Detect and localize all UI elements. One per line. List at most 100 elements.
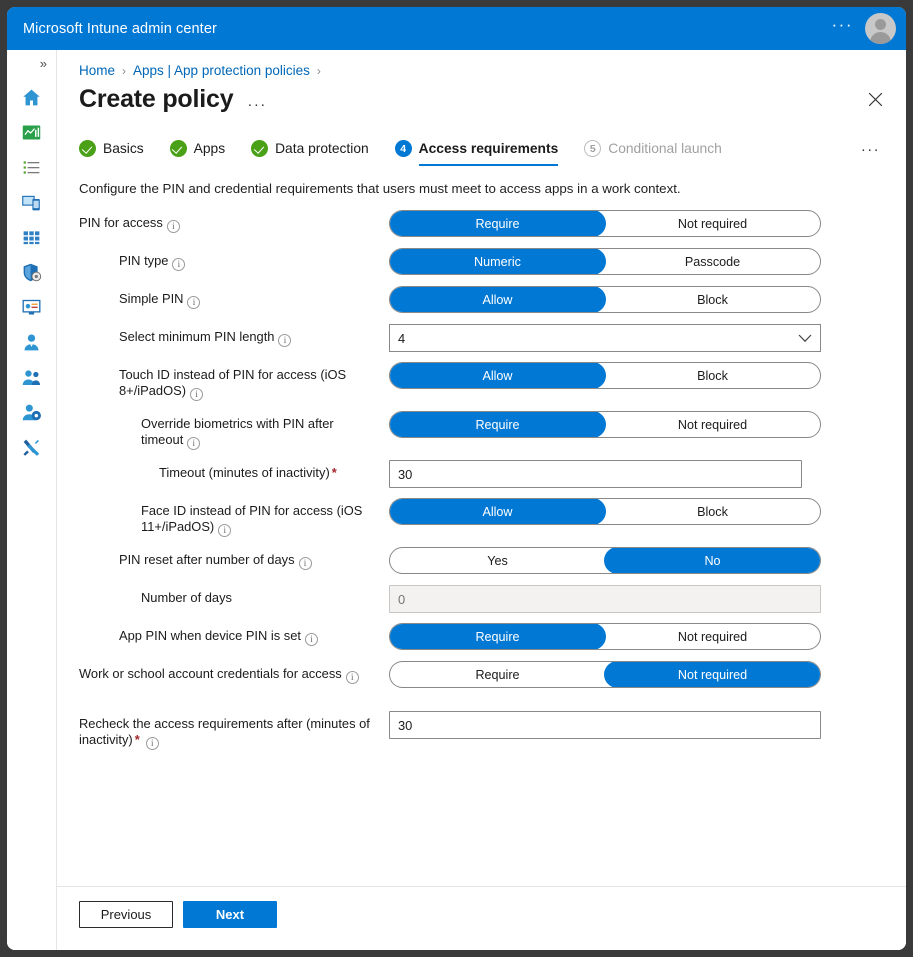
field-label: Timeout (minutes of inactivity) * (159, 465, 337, 480)
toggle-option-allow[interactable]: Allow (390, 287, 606, 312)
form-row-pin-type: PIN type i Numeric Passcode (79, 248, 906, 276)
field-label: Number of days (141, 590, 232, 605)
tab-access-requirements[interactable]: 4 Access requirements (394, 140, 558, 166)
toggle-option-not-required[interactable]: Not required (604, 662, 820, 687)
form-row-select-minimum-pin-length: Select minimum PIN length i 4 (79, 324, 906, 352)
dashboard-icon[interactable] (15, 115, 49, 149)
recheck-access-requirements-input[interactable] (389, 711, 821, 739)
tabs-more-icon[interactable]: ··· (861, 140, 880, 157)
app-pin-when-device-pin-set-toggle[interactable]: Require Not required (389, 623, 821, 650)
info-icon[interactable]: i (305, 633, 318, 646)
content-pane: Home › Apps | App protection policies › … (57, 50, 906, 950)
field-control: Numeric Passcode (389, 248, 906, 275)
toggle-option-require[interactable]: Require (390, 624, 606, 649)
troubleshooting-support-icon[interactable] (15, 430, 49, 464)
field-label: PIN type i (79, 248, 389, 271)
pin-reset-toggle[interactable]: Yes No (389, 547, 821, 574)
form-row-recheck-the-access-requirements-after: Recheck the access requirements after (m… (79, 711, 906, 750)
info-icon[interactable]: i (145, 737, 159, 750)
field-label: App PIN when device PIN is set i (79, 623, 389, 646)
breadcrumb-item-apps-app-protection-policies[interactable]: Apps | App protection policies (133, 63, 310, 78)
toggle-option-block[interactable]: Block (604, 499, 820, 524)
titlebar-more-icon[interactable]: ··· (832, 16, 853, 37)
previous-button[interactable]: Previous (79, 901, 173, 928)
field-label: Recheck the access requirements after (m… (79, 716, 370, 750)
toggle-option-not-required[interactable]: Not required (604, 412, 820, 437)
section-description: Configure the PIN and credential require… (79, 181, 681, 196)
toggle-option-allow[interactable]: Allow (390, 363, 606, 388)
all-services-icon[interactable] (15, 150, 49, 184)
toggle-option-not-required[interactable]: Not required (604, 211, 820, 236)
info-icon[interactable]: i (187, 437, 201, 450)
pin-type-toggle[interactable]: Numeric Passcode (389, 248, 821, 275)
info-icon[interactable]: i (190, 388, 203, 401)
field-control (389, 585, 906, 613)
page-more-icon[interactable]: ··· (247, 91, 266, 112)
pin-for-access-toggle[interactable]: Require Not required (389, 210, 821, 237)
toggle-option-numeric[interactable]: Numeric (390, 249, 606, 274)
page-title: Create policy (79, 85, 234, 113)
tab-basics[interactable]: Basics (79, 140, 144, 166)
select-value: 4 (398, 330, 406, 346)
info-icon[interactable]: i (166, 220, 180, 233)
devices-icon[interactable] (15, 185, 49, 219)
override-biometrics-toggle[interactable]: Require Not required (389, 411, 821, 438)
toggle-option-no[interactable]: No (604, 548, 820, 573)
toggle-option-require[interactable]: Require (390, 662, 606, 687)
tab-apps[interactable]: Apps (169, 140, 225, 166)
page-header: Create policy ··· (57, 78, 906, 114)
toggle-option-require[interactable]: Require (390, 412, 606, 437)
minimum-pin-length-select[interactable]: 4 (389, 324, 821, 352)
close-icon[interactable] (864, 88, 886, 110)
step-complete-icon (251, 140, 269, 157)
toggle-option-yes[interactable]: Yes (390, 548, 606, 573)
tab-label: Data protection (275, 141, 369, 156)
field-label: Simple PIN i (79, 286, 389, 309)
simple-pin-toggle[interactable]: Allow Block (389, 286, 821, 313)
field-control: Allow Block (389, 286, 906, 313)
field-control (389, 460, 906, 488)
avatar[interactable] (865, 13, 896, 44)
toggle-option-not-required[interactable]: Not required (604, 624, 820, 649)
toggle-option-block[interactable]: Block (604, 287, 820, 312)
info-icon[interactable]: i (218, 524, 232, 537)
form-row-timeout-minutes-of-inactivity: Timeout (minutes of inactivity) * (79, 460, 906, 488)
info-icon[interactable]: i (345, 671, 359, 684)
step-number-badge: 4 (394, 140, 412, 157)
title-bar: Microsoft Intune admin center ··· (7, 7, 906, 50)
tab-data-protection[interactable]: Data protection (251, 140, 369, 166)
tenant-administration-icon[interactable] (15, 395, 49, 429)
form-row-override-biometrics-with-pin-after-timeout: Override biometrics with PIN after timeo… (79, 411, 906, 450)
step-complete-icon (79, 140, 96, 157)
face-id-toggle[interactable]: Allow Block (389, 498, 821, 525)
endpoint-security-icon[interactable] (15, 255, 49, 289)
apps-icon[interactable] (15, 220, 49, 254)
toggle-option-allow[interactable]: Allow (390, 499, 606, 524)
form-row-simple-pin: Simple PIN i Allow Block (79, 286, 906, 314)
info-icon[interactable]: i (172, 258, 186, 271)
toggle-option-passcode[interactable]: Passcode (604, 249, 820, 274)
info-icon[interactable]: i (187, 296, 201, 309)
field-control: Yes No (389, 547, 906, 574)
touch-id-toggle[interactable]: Allow Block (389, 362, 821, 389)
toggle-option-block[interactable]: Block (604, 363, 820, 388)
reports-icon[interactable] (15, 290, 49, 324)
users-icon[interactable] (15, 325, 49, 359)
form-row-pin-reset-after-number-of-days: PIN reset after number of days i Yes No (79, 547, 906, 575)
home-icon[interactable] (15, 80, 49, 114)
work-school-credentials-toggle[interactable]: Require Not required (389, 661, 821, 688)
expand-nav-icon[interactable]: » (7, 56, 56, 72)
breadcrumb-item-home[interactable]: Home (79, 63, 115, 78)
breadcrumb-separator-icon: › (316, 63, 321, 78)
toggle-option-require[interactable]: Require (390, 211, 606, 236)
info-icon[interactable]: i (278, 334, 292, 347)
next-button[interactable]: Next (183, 901, 277, 928)
groups-icon[interactable] (15, 360, 49, 394)
timeout-minutes-input[interactable] (389, 460, 802, 488)
field-control: Allow Block (389, 498, 906, 525)
field-label: Touch ID instead of PIN for access (iOS … (119, 367, 347, 401)
info-icon[interactable]: i (298, 557, 312, 570)
tab-conditional-launch[interactable]: 5 Conditional launch (584, 140, 722, 166)
form-row-app-pin-when-device-pin-is-set: App PIN when device PIN is set i Require … (79, 623, 906, 651)
step-complete-icon (169, 140, 187, 157)
